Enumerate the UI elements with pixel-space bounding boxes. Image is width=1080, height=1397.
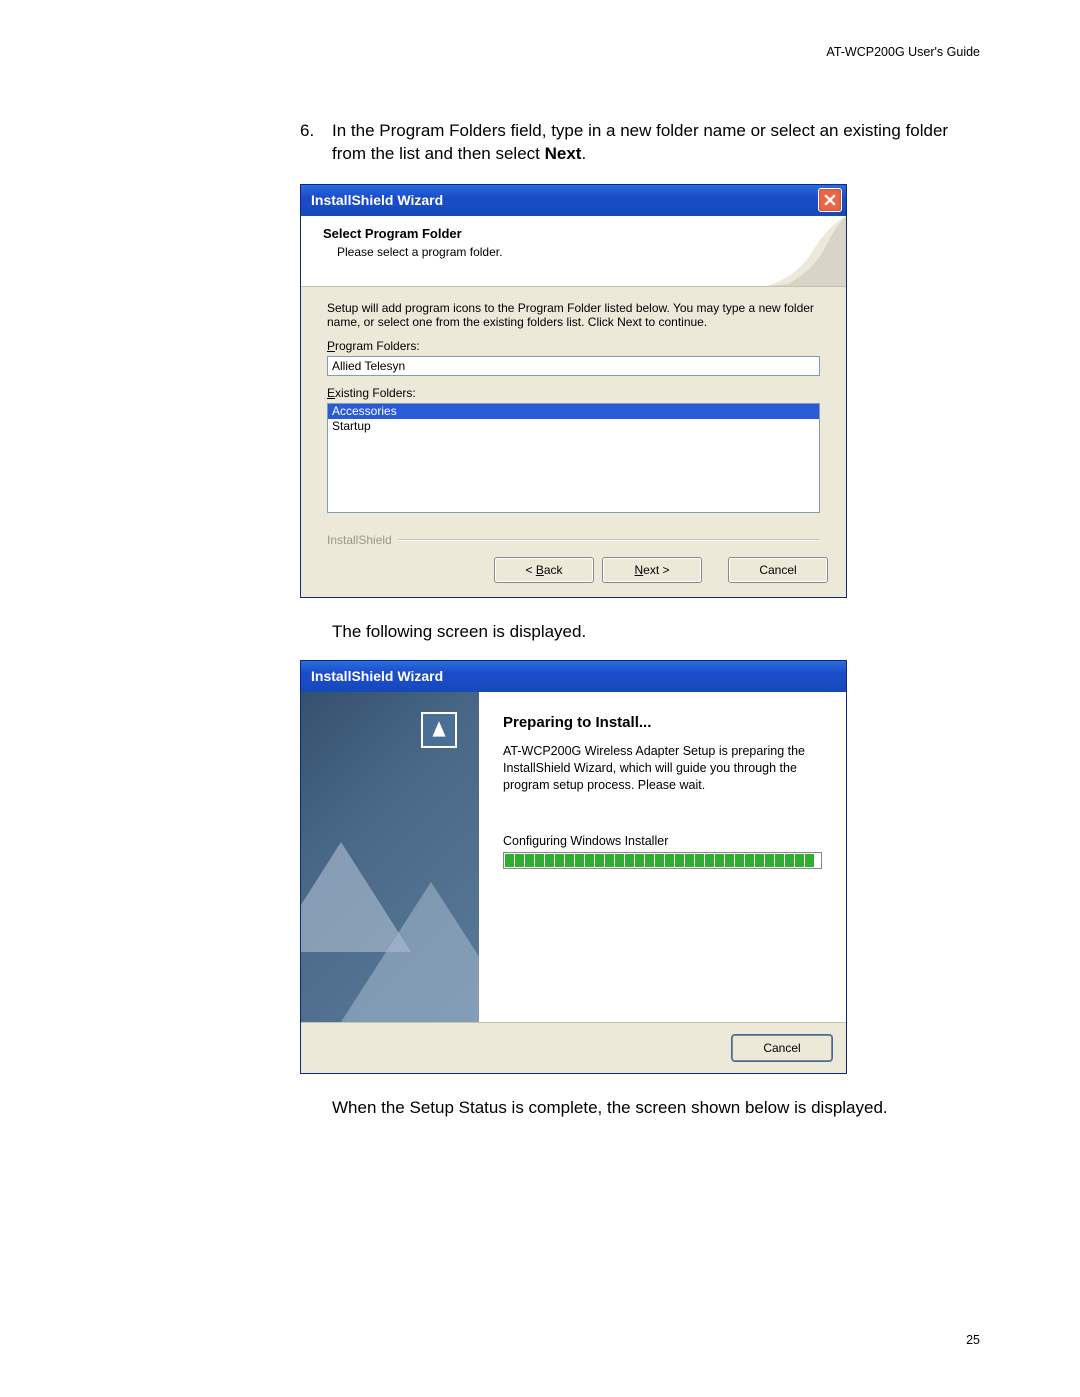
progress-segment [565, 854, 574, 867]
progress-segment [735, 854, 744, 867]
triangle-graphic [341, 882, 479, 1022]
dialog-description: Setup will add program icons to the Prog… [327, 301, 820, 329]
list-item[interactable]: Accessories [328, 404, 819, 419]
cancel-button[interactable]: Cancel [732, 1035, 832, 1061]
select-program-folder-dialog: InstallShield Wizard Select Program Fold… [300, 184, 847, 598]
dialog-footer: Cancel [301, 1022, 846, 1073]
progress-segment [705, 854, 714, 867]
label-rest: rogram Folders: [335, 339, 420, 353]
step-6: 6. In the Program Folders field, type in… [300, 120, 970, 166]
progress-segment [655, 854, 664, 867]
cancel-button[interactable]: Cancel [728, 557, 828, 583]
program-folders-label: Program Folders: [327, 339, 820, 353]
step-text-bold: Next [545, 144, 582, 163]
progress-segment [545, 854, 554, 867]
progress-segment [585, 854, 594, 867]
progress-segment [675, 854, 684, 867]
progress-segment [805, 854, 814, 867]
progress-segment [665, 854, 674, 867]
page-curl-graphic [768, 216, 846, 286]
progress-segment [745, 854, 754, 867]
dialog-footer: InstallShield < Back Next > Cancel [301, 523, 846, 597]
progress-segment [575, 854, 584, 867]
back-button[interactable]: < Back [494, 557, 594, 583]
step-text: In the Program Folders field, type in a … [332, 120, 970, 166]
progress-segment [765, 854, 774, 867]
label-rest: xisting Folders: [335, 386, 416, 400]
progress-label: Configuring Windows Installer [503, 834, 822, 848]
dialog-body: Preparing to Install... AT-WCP200G Wirel… [301, 692, 846, 1022]
progress-segment [775, 854, 784, 867]
close-button[interactable] [818, 188, 842, 212]
brand-text: InstallShield [327, 533, 392, 547]
dialog-heading: Select Program Folder [323, 226, 832, 241]
dialog-titlebar[interactable]: InstallShield Wizard [301, 661, 846, 692]
preparing-heading: Preparing to Install... [503, 714, 822, 731]
step-text-part2: . [581, 144, 586, 163]
program-folders-input[interactable] [327, 356, 820, 376]
existing-folders-listbox[interactable]: Accessories Startup [327, 403, 820, 513]
progress-segment [685, 854, 694, 867]
progress-segment [605, 854, 614, 867]
progress-segment [785, 854, 794, 867]
document-header: AT-WCP200G User's Guide [826, 45, 980, 59]
wizard-content: Preparing to Install... AT-WCP200G Wirel… [479, 692, 846, 1022]
installshield-brand: InstallShield [315, 533, 832, 547]
progress-segment [535, 854, 544, 867]
dialog-title: InstallShield Wizard [311, 192, 443, 208]
step-number: 6. [300, 121, 332, 141]
close-icon [824, 194, 836, 206]
progress-segment [615, 854, 624, 867]
progress-bar [503, 852, 822, 869]
next-button[interactable]: Next > [602, 557, 702, 583]
progress-segment [725, 854, 734, 867]
progress-segment [555, 854, 564, 867]
page-number: 25 [966, 1333, 980, 1347]
progress-segment [795, 854, 804, 867]
progress-segment [695, 854, 704, 867]
progress-segment [625, 854, 634, 867]
label-mnemonic: P [327, 339, 335, 353]
progress-segment [635, 854, 644, 867]
dialog-title: InstallShield Wizard [311, 668, 443, 684]
progress-segment [755, 854, 764, 867]
label-mnemonic: E [327, 386, 335, 400]
divider-line [398, 539, 820, 541]
dialog-titlebar[interactable]: InstallShield Wizard [301, 185, 846, 216]
preparing-description: AT-WCP200G Wireless Adapter Setup is pre… [503, 743, 822, 794]
progress-segment [525, 854, 534, 867]
dialog-body: Setup will add program icons to the Prog… [301, 287, 846, 523]
existing-folders-label: Existing Folders: [327, 386, 820, 400]
progress-segment [645, 854, 654, 867]
paragraph: When the Setup Status is complete, the s… [332, 1098, 970, 1118]
progress-segment [715, 854, 724, 867]
wizard-side-graphic [301, 692, 479, 1022]
progress-segment [595, 854, 604, 867]
progress-segment [515, 854, 524, 867]
preparing-to-install-dialog: InstallShield Wizard Preparing to Instal… [300, 660, 847, 1074]
dialog-subheading: Please select a program folder. [337, 245, 832, 259]
step-text-part1: In the Program Folders field, type in a … [332, 121, 948, 163]
list-item[interactable]: Startup [328, 419, 819, 434]
progress-segment [505, 854, 514, 867]
paragraph: The following screen is displayed. [332, 622, 970, 642]
dialog-header-area: Select Program Folder Please select a pr… [301, 216, 846, 287]
spacer [710, 557, 720, 583]
installer-icon [421, 712, 457, 748]
